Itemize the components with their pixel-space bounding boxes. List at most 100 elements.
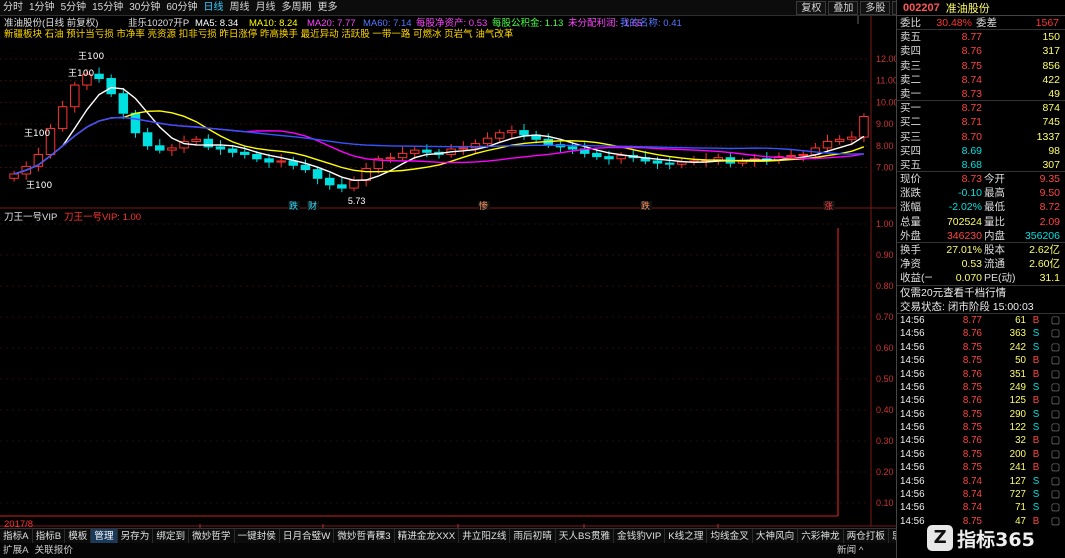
indicator-tab-0[interactable]: 指标A [0, 529, 33, 543]
tick-time: 14:56 [900, 422, 925, 434]
concept-tags: 新疆板块 石油 预计当亏损 市净率 亮资源 扣非亏损 昨日涨停 昨高换手 最近异… [4, 29, 514, 40]
bid-row-0[interactable]: 买一 8.72 874 [897, 101, 1065, 115]
toolbar-button-2[interactable]: 多股 [860, 1, 891, 15]
timeframe-tab-5[interactable]: 60分钟 [163, 0, 200, 16]
stat-row-0-value1: 8.73 [961, 173, 982, 186]
indicator-tab-4[interactable]: 另存为 [118, 529, 154, 543]
tick-row-10: 14:56 8.75 200 B ▢ [897, 448, 1065, 461]
timeframe-tab-7[interactable]: 周线 [227, 0, 253, 16]
timeframe-tab-8[interactable]: 月线 [253, 0, 279, 16]
lower-tick-0: 1.00 [876, 219, 894, 229]
bid-row-3[interactable]: 买四 8.69 98 [897, 144, 1065, 158]
kline-chart-svg[interactable]: 12.00 11.00 10.00 9.00 8.00 7.00 1.00 0.90 0.80 0… [0, 16, 896, 536]
quote-fundamentals: 换手 27.01%股本 2.62亿净资 0.53流通 2.60亿收益(一) 0.070PE… [897, 243, 1065, 286]
candle-body-28 [349, 179, 359, 189]
candle-body-13 [167, 147, 177, 151]
tick-price: 8.76 [962, 368, 982, 380]
indicator-tab-2[interactable]: 模板 [65, 529, 92, 543]
indicator-tab-1[interactable]: 指标B [33, 529, 66, 543]
tick-volume: 727 [1009, 489, 1026, 501]
ask-row-1-volume: 317 [1042, 45, 1060, 58]
toolbar-button-1[interactable]: 叠加 [828, 1, 859, 15]
candle-body-37 [458, 147, 469, 150]
bid-row-4-label: 买五 [900, 158, 921, 171]
tick-volume: 290 [1009, 408, 1026, 420]
indicator-tab-9[interactable]: 微妙哲青稞3 [334, 529, 395, 543]
indicator-tab-13[interactable]: 天人BS贯雅 [556, 529, 615, 543]
timeframe-tab-0[interactable]: 分时 [0, 0, 26, 16]
tick-direction: B [1032, 314, 1040, 326]
tick-scroll-icon: ▢ [1050, 502, 1060, 514]
tick-time: 14:56 [900, 328, 925, 340]
bid-row-1[interactable]: 买二 8.71 745 [897, 115, 1065, 129]
candle-body-11 [142, 132, 153, 147]
fund-row-0-label2: 股本 [984, 244, 1005, 256]
indicator-tab-18[interactable]: 六彩神龙 [798, 529, 844, 543]
info-custom: 我的名称: 0.41 [620, 18, 682, 29]
ask-row-2-volume: 856 [1042, 59, 1060, 72]
tick-direction: B [1032, 368, 1040, 380]
indicator-tab-14[interactable]: 金钱豹VIP [614, 529, 666, 543]
order-ratio-row: 委比 30.48% 委差 1567 [897, 16, 1065, 31]
timeframe-tab-6[interactable]: 日线 [201, 0, 227, 16]
linked-quote-button[interactable]: 关联报价 [32, 543, 76, 558]
indicator-tab-16[interactable]: 均线金叉 [707, 529, 753, 543]
tick-price: 8.75 [962, 462, 982, 474]
level2-promo[interactable]: 仅需20元查看千档行情 [897, 286, 1065, 300]
tick-price: 8.75 [962, 341, 982, 353]
timeframe-tab-4[interactable]: 30分钟 [126, 0, 163, 16]
timeframe-tab-3[interactable]: 15分钟 [89, 0, 126, 16]
tick-row-3: 14:56 8.75 50 B ▢ [897, 354, 1065, 367]
bid-row-2[interactable]: 买三 8.70 1337 [897, 130, 1065, 144]
price-tick-2: 10.00 [876, 97, 896, 107]
stat-row-2-label2: 最低 [984, 201, 1005, 214]
news-button[interactable]: 新闻 ^ [834, 543, 866, 558]
indicator-tab-11[interactable]: 井立阳Z线 [459, 529, 511, 543]
ask-row-1[interactable]: 卖四 8.76 317 [897, 44, 1065, 58]
tick-scroll-icon: ▢ [1050, 355, 1060, 367]
tick-price: 8.75 [962, 422, 982, 434]
bid-row-4[interactable]: 买五 8.68 307 [897, 158, 1065, 173]
indicator-tab-7[interactable]: 一键封侯 [235, 529, 280, 543]
indicator-tab-8[interactable]: 日月合璧W [280, 529, 335, 543]
indicator-tab-19[interactable]: 两仓打板 [844, 529, 889, 543]
indicator-tab-20[interactable]: 思维碰撞2 [889, 529, 896, 543]
indicator-tab-17[interactable]: 大神风向 [753, 529, 799, 543]
ask-row-4-volume: 49 [1048, 87, 1060, 100]
timeframe-tab-9[interactable]: 多周期 [279, 0, 315, 16]
timeframe-tab-10[interactable]: 更多 [315, 0, 341, 16]
stat-row-0-value2: 9.35 [1039, 173, 1060, 186]
ask-row-0[interactable]: 卖五 8.77 150 [897, 30, 1065, 44]
info-net-asset: 每股净资产: 0.53 [416, 18, 488, 29]
order-ratio-label: 委比 [900, 17, 921, 29]
tick-row-9: 14:56 8.76 32 B ▢ [897, 434, 1065, 447]
quote-header: 002207 准油股份 [897, 0, 1065, 16]
timeframe-tab-1[interactable]: 1分钟 [26, 0, 58, 16]
ask-row-3[interactable]: 卖二 8.74 422 [897, 73, 1065, 87]
fund-row-1-value2: 2.60亿 [1029, 258, 1060, 271]
fund-row-1-label1: 净资 [900, 258, 921, 271]
tick-price: 8.76 [962, 435, 982, 447]
candle-body-17 [215, 146, 226, 150]
ma5-label: MA5: 8.34 [195, 18, 239, 29]
lower-tick-9: 0.10 [876, 498, 894, 508]
indicator-tab-12[interactable]: 雨后初晴 [510, 529, 556, 543]
tick-list[interactable]: 14:56 8.77 61 B ▢ 14:56 8.76 363 S ▢ 14:56 8.75 242 S… [897, 314, 1065, 528]
expand-a-button[interactable]: 扩展A [0, 543, 32, 558]
indicator-tab-6[interactable]: 微妙哲学 [189, 529, 235, 543]
timeframe-tab-2[interactable]: 5分钟 [58, 0, 90, 16]
bid-row-1-volume: 745 [1042, 116, 1060, 129]
indicator-tab-5[interactable]: 绑定到 [153, 529, 190, 543]
indicator-tab-15[interactable]: K线之理 [665, 529, 708, 543]
indicator-tab-10[interactable]: 精进金龙XXX [395, 529, 460, 543]
toolbar-button-0[interactable]: 复权 [796, 1, 827, 15]
kline-chart-area[interactable]: 12.00 11.00 10.00 9.00 8.00 7.00 1.00 0.90 0.80 0… [0, 16, 896, 536]
ask-row-4[interactable]: 卖一 8.73 49 [897, 87, 1065, 102]
indicator-tab-3[interactable]: 管理 [91, 529, 118, 543]
stat-row-1-label2: 最高 [984, 187, 1005, 200]
tick-row-12: 14:56 8.74 127 S ▢ [897, 475, 1065, 488]
price-tick-5: 7.00 [876, 162, 894, 172]
bid-row-3-volume: 98 [1048, 144, 1060, 157]
ask-row-2[interactable]: 卖三 8.75 856 [897, 59, 1065, 73]
tick-row-2: 14:56 8.75 242 S ▢ [897, 341, 1065, 354]
